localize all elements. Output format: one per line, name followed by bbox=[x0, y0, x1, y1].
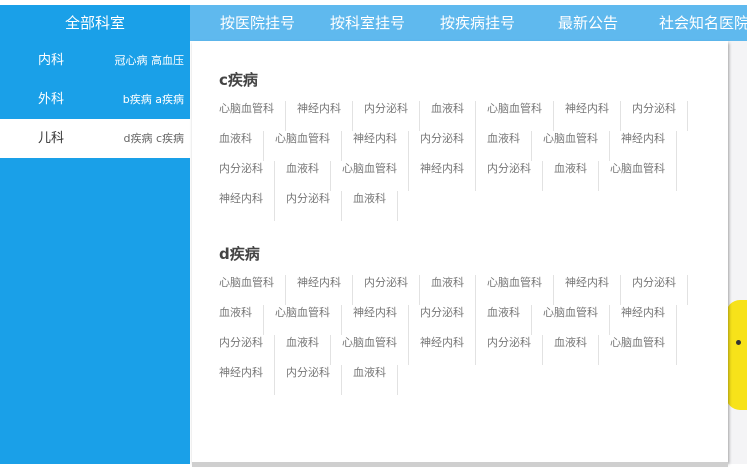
department-link[interactable]: 神经内科 bbox=[219, 365, 275, 395]
department-link[interactable]: 内分泌科 bbox=[286, 191, 342, 221]
department-link[interactable]: 血液科 bbox=[431, 275, 476, 305]
department-link[interactable]: 血液科 bbox=[353, 365, 398, 395]
department-link[interactable]: 血液科 bbox=[487, 305, 532, 335]
department-link[interactable]: 心脑血管科 bbox=[275, 131, 342, 161]
department-link[interactable]: 血液科 bbox=[286, 335, 331, 365]
department-link[interactable]: 心脑血管科 bbox=[275, 305, 342, 335]
sidebar-item[interactable]: 外科 b疾病 a疾病 bbox=[0, 80, 190, 119]
department-link[interactable]: 神经内科 bbox=[621, 305, 677, 335]
department-link[interactable]: 内分泌科 bbox=[632, 275, 688, 305]
department-link[interactable]: 神经内科 bbox=[297, 275, 353, 305]
department-link[interactable]: 心脑血管科 bbox=[487, 275, 554, 305]
department-link[interactable]: 神经内科 bbox=[353, 131, 409, 161]
department-link[interactable]: 内分泌科 bbox=[420, 131, 476, 161]
department-link[interactable]: 内分泌科 bbox=[219, 335, 275, 365]
department-link[interactable]: 内分泌科 bbox=[219, 161, 275, 191]
sidebar-item-label: 外科 bbox=[38, 92, 65, 107]
department-link[interactable]: 内分泌科 bbox=[632, 101, 688, 131]
nav-by-disease[interactable]: 按疾病挂号 bbox=[440, 5, 515, 41]
department-link[interactable]: 心脑血管科 bbox=[487, 101, 554, 131]
sidebar-item[interactable]: 内科 冠心病 高血压 bbox=[0, 41, 190, 80]
top-nav: 按医院挂号 按科室挂号 按疾病挂号 最新公告 社会知名医院 bbox=[190, 5, 747, 41]
section-title: d疾病 bbox=[219, 245, 260, 263]
department-link[interactable]: 内分泌科 bbox=[364, 275, 420, 305]
nav-announcements[interactable]: 最新公告 bbox=[558, 5, 618, 41]
department-link[interactable]: 心脑血管科 bbox=[610, 161, 677, 191]
department-panel: c疾病 心脑血管科 神经内科 内分泌科 血液科 心脑血管科 神经内科 内分泌科血液科 心脑血管… bbox=[192, 41, 728, 462]
department-link[interactable]: 神经内科 bbox=[565, 101, 621, 131]
nav-by-department[interactable]: 按科室挂号 bbox=[330, 5, 405, 41]
department-link[interactable]: 心脑血管科 bbox=[543, 131, 610, 161]
sidebar-item-diseases: d疾病 c疾病 bbox=[123, 132, 184, 145]
department-link[interactable]: 神经内科 bbox=[420, 335, 476, 365]
department-link[interactable]: 心脑血管科 bbox=[219, 101, 286, 131]
department-link[interactable]: 血液科 bbox=[286, 161, 331, 191]
sidebar-title: 全部科室 bbox=[64, 14, 125, 32]
department-link[interactable]: 血液科 bbox=[554, 161, 599, 191]
panel-shadow bbox=[192, 462, 728, 467]
sidebar-item-label: 儿科 bbox=[38, 131, 65, 146]
department-link[interactable]: 心脑血管科 bbox=[219, 275, 286, 305]
sidebar-item-diseases: b疾病 a疾病 bbox=[122, 93, 184, 106]
mascot-image bbox=[726, 300, 747, 410]
department-link[interactable]: 内分泌科 bbox=[286, 365, 342, 395]
department-link[interactable]: 心脑血管科 bbox=[543, 305, 610, 335]
department-link[interactable]: 神经内科 bbox=[353, 305, 409, 335]
department-sidebar: 全部科室 内科 冠心病 高血压外科 b疾病 a疾病儿科 d疾病 c疾病 bbox=[0, 5, 190, 464]
department-link[interactable]: 内分泌科 bbox=[487, 161, 543, 191]
department-link[interactable]: 神经内科 bbox=[420, 161, 476, 191]
department-link[interactable]: 心脑血管科 bbox=[342, 335, 409, 365]
sidebar-item-diseases: 冠心病 高血压 bbox=[114, 54, 185, 67]
department-link[interactable]: 内分泌科 bbox=[364, 101, 420, 131]
department-link[interactable]: 内分泌科 bbox=[487, 335, 543, 365]
department-link[interactable]: 血液科 bbox=[487, 131, 532, 161]
department-grid: 心脑血管科 神经内科 内分泌科 血液科 心脑血管科 神经内科 内分泌科血液科 心脑血管科 神经内… bbox=[219, 101, 724, 221]
department-link[interactable]: 神经内科 bbox=[565, 275, 621, 305]
sidebar-item[interactable]: 儿科 d疾病 c疾病 bbox=[0, 119, 190, 158]
nav-famous-hospitals[interactable]: 社会知名医院 bbox=[659, 5, 747, 41]
department-link[interactable]: 血液科 bbox=[219, 305, 264, 335]
department-link[interactable]: 神经内科 bbox=[621, 131, 677, 161]
department-link[interactable]: 血液科 bbox=[431, 101, 476, 131]
department-link[interactable]: 血液科 bbox=[353, 191, 398, 221]
department-link[interactable]: 内分泌科 bbox=[420, 305, 476, 335]
department-link[interactable]: 心脑血管科 bbox=[342, 161, 409, 191]
sidebar-item-label: 内科 bbox=[38, 53, 65, 68]
department-link[interactable]: 血液科 bbox=[219, 131, 264, 161]
department-link[interactable]: 神经内科 bbox=[219, 191, 275, 221]
mascot-eye bbox=[736, 340, 741, 345]
department-link[interactable]: 神经内科 bbox=[297, 101, 353, 131]
department-grid: 心脑血管科 神经内科 内分泌科 血液科 心脑血管科 神经内科 内分泌科血液科 心脑血管科 神经内… bbox=[219, 275, 724, 395]
department-link[interactable]: 血液科 bbox=[554, 335, 599, 365]
department-link[interactable]: 心脑血管科 bbox=[610, 335, 677, 365]
section-title: c疾病 bbox=[219, 71, 258, 89]
nav-by-hospital[interactable]: 按医院挂号 bbox=[220, 5, 295, 41]
